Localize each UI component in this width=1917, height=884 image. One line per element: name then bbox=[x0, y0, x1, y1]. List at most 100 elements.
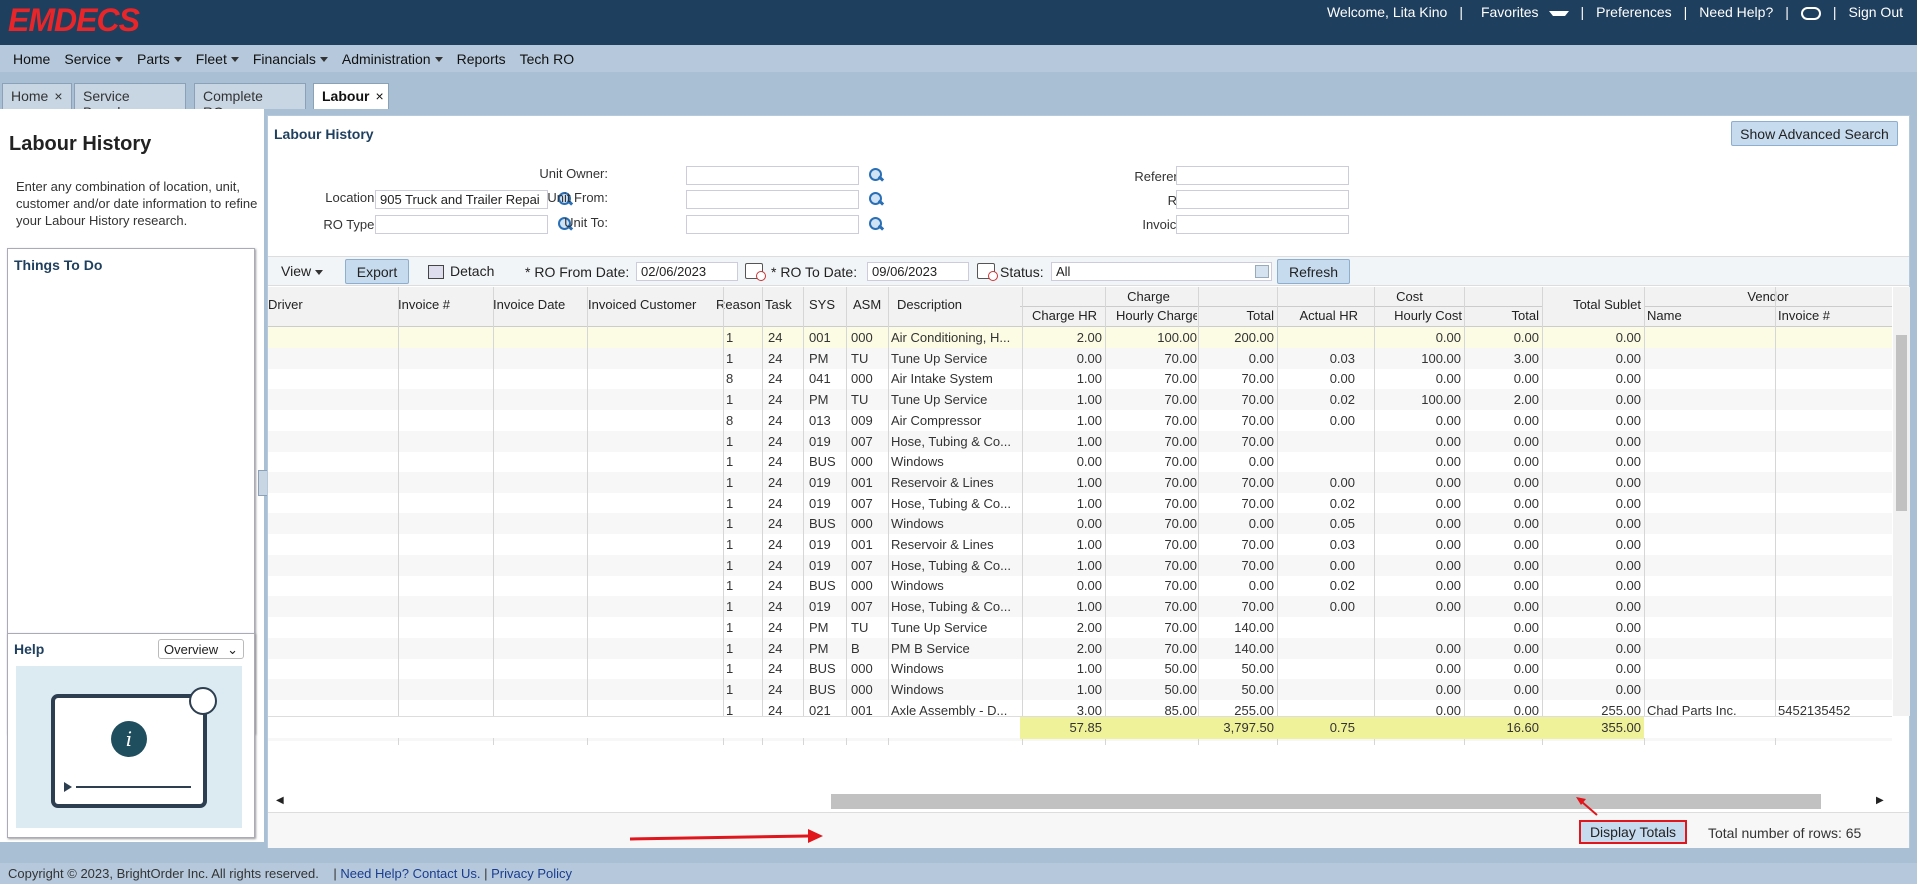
cell-sys: PM bbox=[809, 350, 829, 366]
menu-reports[interactable]: Reports bbox=[457, 51, 506, 67]
calendar-icon[interactable] bbox=[977, 263, 998, 281]
preferences-link[interactable]: Preferences bbox=[1590, 4, 1677, 20]
tab-complete-ro[interactable]: Complete RO× bbox=[194, 83, 306, 120]
horizontal-scrollbar[interactable]: ◀ ▶ bbox=[268, 792, 1892, 809]
column-header-invoiced-customer[interactable]: Invoiced Customer bbox=[588, 297, 724, 312]
unit-to-label: Unit To: bbox=[564, 215, 608, 230]
table-row[interactable]: 1 24 BUS 000 Windows 0.00 70.00 0.00 0.05 0.00 0.0… bbox=[268, 513, 1892, 535]
cell-asm: 001 bbox=[851, 537, 873, 552]
calendar-icon[interactable] bbox=[745, 263, 766, 281]
contact-us-link[interactable]: Need Help? Contact Us. bbox=[340, 866, 480, 881]
scroll-thumb[interactable] bbox=[831, 794, 1821, 809]
favorites-menu[interactable]: Favorites bbox=[1469, 4, 1575, 20]
column-header-charge-hr[interactable]: Charge HR bbox=[1020, 308, 1100, 323]
help-topic-select[interactable]: Overview ⌄ bbox=[158, 639, 244, 659]
search-icon[interactable] bbox=[868, 191, 884, 207]
column-header-invoice-date[interactable]: Invoice Date bbox=[493, 297, 589, 312]
menu-administration[interactable]: Administration bbox=[342, 51, 443, 67]
show-advanced-search-button[interactable]: Show Advanced Search bbox=[1731, 121, 1898, 146]
cell-hourly-cost: 0.00 bbox=[1361, 744, 1461, 745]
export-button[interactable]: Export bbox=[345, 259, 409, 284]
table-row[interactable]: 1 24 019 001 Reservoir & Lines 1.00 70.00 70.00… bbox=[268, 534, 1892, 555]
table-row[interactable]: 1 24 PM TU Tune Up Service 2.00 70.00 140.00 0.0… bbox=[268, 617, 1892, 638]
cell-hourly-charge: 70.00 bbox=[1164, 578, 1197, 594]
table-row[interactable]: 1 24 BUS 000 Windows 1.00 50.00 50.00 0.00 0.00 0.… bbox=[268, 658, 1892, 679]
status-select[interactable]: All bbox=[1051, 262, 1272, 281]
column-header-invoice-number[interactable]: Invoice # bbox=[398, 297, 492, 312]
left-panel: Labour History Enter any combination of … bbox=[0, 109, 264, 842]
menu-financials[interactable]: Financials bbox=[253, 51, 328, 67]
cell-charge-hr: 1.00 bbox=[1076, 474, 1102, 490]
column-header-vendor-name[interactable]: Name bbox=[1644, 308, 1775, 323]
unit-owner-field[interactable] bbox=[686, 166, 859, 185]
table-row[interactable]: 1 24 019 007 Hose, Tubing & Co... 1.00 70.00 70… bbox=[268, 596, 1892, 618]
column-header-hourly-charge[interactable]: Hourly Charge bbox=[1113, 308, 1197, 323]
cell-sys: 041 bbox=[809, 371, 831, 387]
table-row[interactable]: 1 24 019 007 Hose, Tubing & Co... 1.00 70.00 70… bbox=[268, 554, 1892, 576]
table-row[interactable]: 1 24 019 007 Hose, Tubing & Co... 1.00 70.00 70… bbox=[268, 430, 1892, 452]
column-header-charge-total[interactable]: Total bbox=[1200, 308, 1277, 323]
cell-description: Reservoir & Lines bbox=[891, 474, 994, 490]
table-row[interactable]: 1 24 PM TU Tune Up Service 1.00 70.00 70.00 0.02… bbox=[268, 389, 1892, 411]
column-header-total-sublet[interactable]: Total Sublet bbox=[1542, 297, 1644, 312]
menu-fleet[interactable]: Fleet bbox=[196, 51, 239, 67]
table-row[interactable]: 4117013000Brake lines*1.000.000.000.000.… bbox=[268, 741, 1892, 745]
tab-label: Labour bbox=[322, 88, 370, 104]
cell-description: Hose, Tubing & Co... bbox=[891, 433, 1011, 449]
table-row[interactable]: 1 24 001 000 Air Conditioning, H... 2.00 100.0… bbox=[268, 327, 1892, 348]
scroll-left-icon[interactable]: ◀ bbox=[276, 795, 284, 806]
chat-button[interactable] bbox=[1795, 4, 1827, 20]
table-row[interactable]: 1 24 PM B PM B Service 2.00 70.00 140.00 0.00 0.0… bbox=[268, 637, 1892, 659]
cell-description: Tune Up Service bbox=[891, 350, 988, 366]
unit-to-field[interactable] bbox=[686, 215, 859, 234]
table-row[interactable]: 1 24 BUS 000 Windows 1.00 50.00 50.00 0.00 0.00 0.… bbox=[268, 678, 1892, 700]
table-row[interactable]: 8 24 041 000 Air Intake System 1.00 70.00 70.00… bbox=[268, 368, 1892, 389]
cell-description: Tune Up Service bbox=[891, 392, 988, 408]
search-icon[interactable] bbox=[868, 167, 884, 183]
display-totals-button[interactable]: Display Totals bbox=[1579, 820, 1687, 844]
tab-home[interactable]: Home × bbox=[2, 83, 72, 109]
menu-service[interactable]: Service bbox=[64, 51, 124, 67]
close-icon[interactable]: × bbox=[54, 88, 62, 104]
vertical-scrollbar[interactable] bbox=[1893, 287, 1910, 716]
refresh-button[interactable]: Refresh bbox=[1277, 259, 1350, 284]
reference-field[interactable] bbox=[1176, 166, 1349, 185]
ro-number-field[interactable] bbox=[1176, 190, 1349, 209]
column-header-task[interactable]: Task bbox=[765, 297, 805, 312]
unit-from-field[interactable] bbox=[686, 190, 859, 209]
tab-service-board[interactable]: Service Board× bbox=[74, 83, 186, 120]
column-header-driver[interactable]: Driver bbox=[268, 297, 396, 312]
menu-tech-ro[interactable]: Tech RO bbox=[520, 51, 574, 67]
menu-parts[interactable]: Parts bbox=[137, 51, 182, 67]
cell-hourly-charge: 50.00 bbox=[1164, 661, 1197, 677]
cell-actual-hr: 0.03 bbox=[1329, 537, 1355, 552]
table-row[interactable]: 1 24 019 007 Hose, Tubing & Co... 1.00 70.00 70… bbox=[268, 493, 1892, 514]
view-menu[interactable]: View bbox=[281, 263, 324, 279]
need-help-link[interactable]: Need Help? bbox=[1693, 4, 1779, 20]
table-row[interactable]: 1 24 BUS 000 Windows 0.00 70.00 0.00 0.00 0.00 0.0… bbox=[268, 451, 1892, 472]
column-header-actual-hr[interactable]: Actual HR bbox=[1277, 308, 1361, 323]
help-video-thumbnail[interactable]: i bbox=[16, 666, 242, 828]
menu-home[interactable]: Home bbox=[13, 51, 50, 67]
table-row[interactable]: 1 24 019 001 Reservoir & Lines 1.00 70.00 70.00… bbox=[268, 471, 1892, 493]
table-row[interactable]: 8 24 013 009 Air Compressor 1.00 70.00 70.00 0.0… bbox=[268, 410, 1892, 431]
search-icon[interactable] bbox=[868, 216, 884, 232]
cell-charge-total: 50.00 bbox=[1241, 661, 1274, 677]
scroll-thumb[interactable] bbox=[1896, 335, 1907, 511]
ro-to-date-field[interactable]: 09/06/2023 bbox=[867, 262, 969, 281]
column-header-description[interactable]: Description bbox=[897, 297, 1029, 312]
sign-out-link[interactable]: Sign Out bbox=[1843, 4, 1909, 20]
emdecs-logo[interactable]: EMDECS bbox=[8, 2, 140, 39]
detach-button[interactable]: Detach bbox=[428, 263, 494, 280]
cell-sys: BUS bbox=[809, 578, 836, 594]
tab-labour[interactable]: Labour × bbox=[313, 83, 389, 109]
close-icon[interactable]: × bbox=[375, 88, 383, 104]
column-header-cost-total[interactable]: Total bbox=[1464, 308, 1542, 323]
column-header-vendor-invoice[interactable]: Invoice # bbox=[1775, 308, 1892, 323]
ro-from-date-field[interactable]: 02/06/2023 bbox=[636, 262, 738, 281]
invoice-number-field[interactable] bbox=[1176, 215, 1349, 234]
table-row[interactable]: 1 24 BUS 000 Windows 0.00 70.00 0.00 0.02 0.00 0.0… bbox=[268, 575, 1892, 596]
scroll-right-icon[interactable]: ▶ bbox=[1876, 795, 1884, 806]
table-row[interactable]: 1 24 PM TU Tune Up Service 0.00 70.00 0.00 0.03 1… bbox=[268, 347, 1892, 369]
privacy-policy-link[interactable]: Privacy Policy bbox=[491, 866, 572, 881]
